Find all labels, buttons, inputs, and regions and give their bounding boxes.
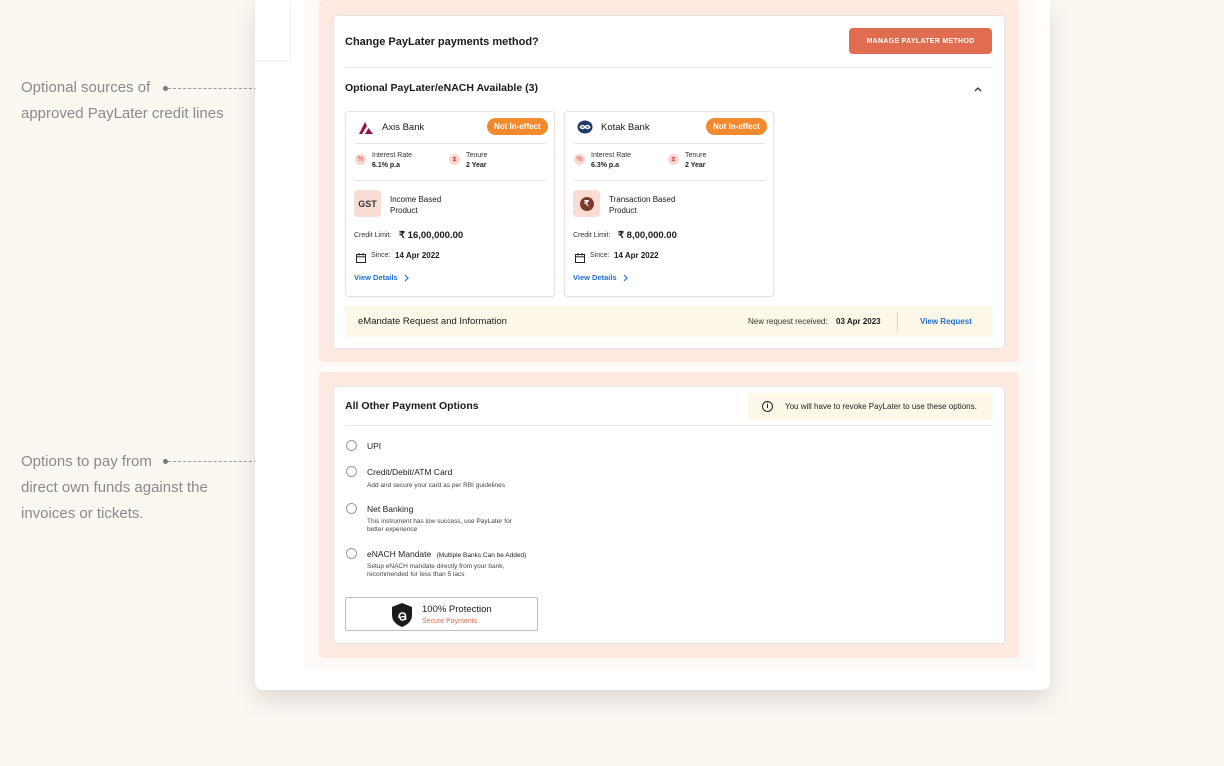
radio-card[interactable]	[346, 466, 357, 477]
status-badge: Not In-effect	[487, 118, 548, 135]
credit-limit-value: ₹ 8,00,000.00	[618, 230, 677, 241]
annotation-bottom-line3: invoices or tickets.	[21, 505, 144, 522]
tenure-label: Tenure	[466, 152, 488, 159]
product-type: Income Based Product	[390, 194, 441, 216]
bank-card-kotak[interactable]: Kotak Bank Not In-effect % Interest Rate…	[564, 111, 774, 297]
desc-line2: better experience	[367, 526, 418, 533]
emandate-received-date: 03 Apr 2023	[836, 317, 881, 326]
calendar-icon	[575, 250, 585, 268]
divider	[345, 425, 992, 426]
credit-limit-value: ₹ 16,00,000.00	[399, 230, 464, 241]
option-enach-extra: (Multiple Banks Can be Added)	[436, 552, 527, 559]
status-badge: Not In-effect	[706, 118, 767, 135]
option-net-banking-desc: This instrument has low success, use Pay…	[367, 518, 512, 534]
manage-paylater-button[interactable]: MANAGE PAYLATER METHOD	[849, 28, 992, 54]
emandate-received-label: New request received:	[748, 317, 828, 326]
percent-icon: %	[574, 154, 585, 165]
divider	[355, 180, 546, 181]
view-details-link[interactable]: View Details	[354, 273, 409, 282]
option-net-banking-label: Net Banking	[367, 504, 414, 514]
other-payment-title: All Other Payment Options	[345, 400, 479, 412]
desc-line2: recommended for less than 5 lacs	[367, 571, 465, 578]
radio-enach[interactable]	[346, 548, 357, 559]
chevron-up-icon[interactable]	[972, 83, 984, 95]
credit-limit-label: Credit Limit:	[573, 232, 611, 239]
sidebar-stub	[255, 0, 289, 60]
bank-name: Kotak Bank	[601, 122, 650, 133]
tenure-value: 2 Year	[685, 162, 706, 169]
optional-paylater-title: Optional PayLater/eNACH Available (3)	[345, 82, 538, 94]
product-line2: Product	[609, 206, 637, 215]
chevron-right-icon	[623, 274, 628, 281]
interest-rate-value: 6.3% p.a	[591, 162, 620, 169]
since-value: 14 Apr 2022	[614, 251, 659, 260]
option-upi-label: UPI	[367, 441, 382, 451]
view-details-text: View Details	[354, 273, 398, 282]
view-request-link[interactable]: View Request	[920, 317, 972, 326]
protection-subtitle: Secure Payments	[422, 618, 478, 625]
view-details-link[interactable]: View Details	[573, 273, 628, 282]
radio-upi[interactable]	[346, 440, 357, 451]
rupee-coin-icon: ₹	[579, 196, 594, 211]
interest-rate-label: Interest Rate	[591, 152, 632, 159]
transaction-icon: ₹	[573, 190, 600, 217]
desc-line1: This instrument has low success, use Pay…	[367, 518, 512, 525]
emandate-title: eMandate Request and Information	[358, 316, 507, 327]
gst-icon: GST	[354, 190, 381, 217]
credit-limit-label: Credit Limit:	[354, 232, 392, 239]
option-card-label: Credit/Debit/ATM Card	[367, 467, 453, 477]
gst-icon-text: GST	[358, 198, 377, 209]
product-line1: Transaction Based	[609, 195, 676, 204]
calendar-icon	[356, 250, 366, 268]
shield-icon	[391, 602, 413, 633]
annotation-bottom-line1: Options to pay from	[21, 453, 152, 470]
hourglass-icon: ⧗	[449, 154, 460, 165]
interest-rate-label: Interest Rate	[372, 152, 413, 159]
tenure-label: Tenure	[685, 152, 707, 159]
divider	[345, 67, 992, 68]
revoke-notice-text: You will have to revoke PayLater to use …	[785, 402, 977, 411]
protection-box: 100% Protection Secure Payments	[345, 597, 538, 631]
option-enach-title: eNACH Mandate	[367, 549, 432, 559]
chevron-right-icon	[404, 274, 409, 281]
option-enach-desc: Setup eNACH mandate directly from your b…	[367, 563, 504, 579]
info-icon: i	[762, 401, 773, 412]
product-line1: Income Based	[390, 195, 442, 204]
annotation-top: Optional sources of approved PayLater cr…	[21, 75, 224, 127]
divider	[355, 143, 546, 144]
revoke-notice: i You will have to revoke PayLater to us…	[748, 393, 992, 420]
product-type: Transaction Based Product	[609, 194, 675, 216]
since-value: 14 Apr 2022	[395, 251, 440, 260]
kotak-bank-logo-icon	[577, 120, 593, 139]
protection-title: 100% Protection	[422, 604, 492, 615]
divider	[574, 180, 765, 181]
hourglass-icon: ⧗	[668, 154, 679, 165]
bank-name: Axis Bank	[382, 122, 425, 133]
bank-card-axis[interactable]: Axis Bank Not In-effect % Interest Rate …	[345, 111, 555, 297]
divider	[574, 143, 765, 144]
view-details-text: View Details	[573, 273, 617, 282]
option-card-desc: Add and secure your card as per RBI guid…	[367, 482, 506, 489]
radio-net-banking[interactable]	[346, 503, 357, 514]
interest-rate-value: 6.1% p.a	[372, 162, 401, 169]
annotation-top-line2: approved PayLater credit lines	[21, 105, 224, 122]
annotation-bottom-line2: direct own funds against the	[21, 479, 208, 496]
product-line2: Product	[390, 206, 418, 215]
change-paylater-title: Change PayLater payments method?	[345, 36, 539, 48]
axis-bank-logo-icon	[359, 121, 373, 134]
option-enach-label: eNACH Mandate (Multiple Banks Can be Add…	[367, 549, 526, 559]
percent-icon: %	[355, 154, 366, 165]
desc-line1: Setup eNACH mandate directly from your b…	[367, 563, 505, 570]
tenure-value: 2 Year	[466, 162, 487, 169]
divider	[897, 312, 898, 331]
since-label: Since:	[371, 252, 391, 259]
since-label: Since:	[590, 252, 610, 259]
